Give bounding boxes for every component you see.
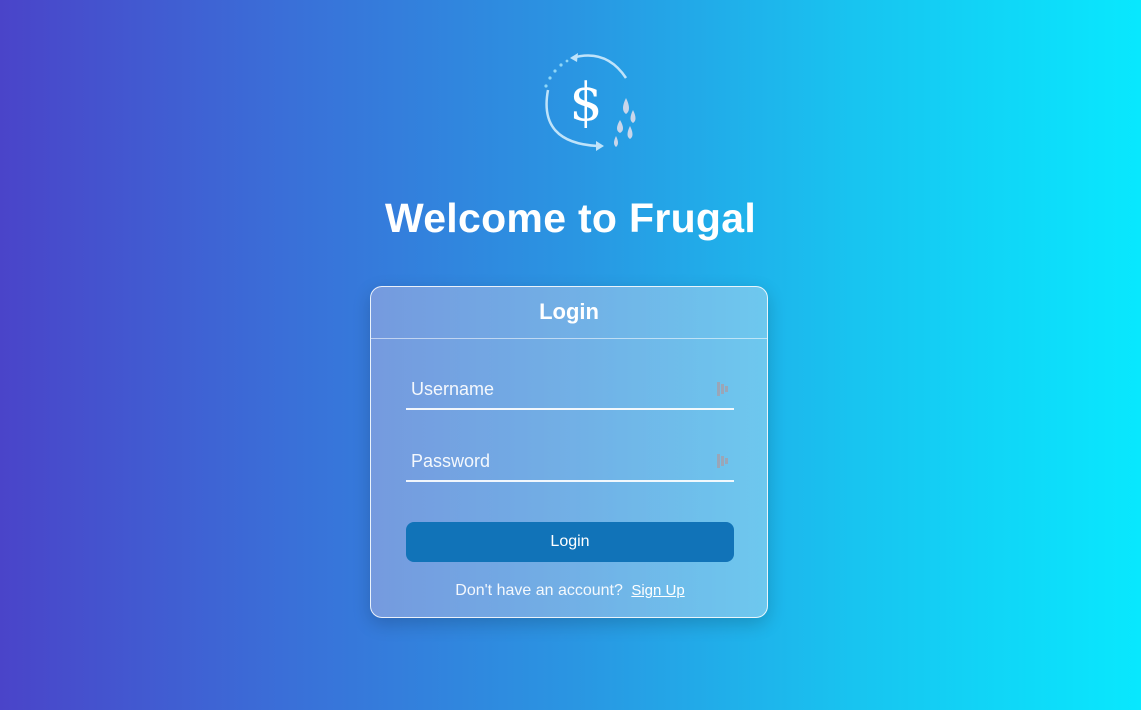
svg-text:$: $ [569,73,602,133]
signup-prompt: Don't have an account? [455,582,623,599]
signup-link[interactable]: Sign Up [631,582,684,599]
password-manager-icon[interactable] [717,454,729,468]
password-field [406,442,734,482]
login-card: Login Login Don't have an account? Sign … [370,286,768,618]
username-field [406,370,734,410]
password-input[interactable] [406,442,706,480]
dollar-cycle-logo-icon: $ [544,53,636,151]
password-manager-icon[interactable] [717,382,729,396]
page-title: Welcome to Frugal [384,195,757,241]
login-card-header: Login [371,287,767,339]
login-button[interactable]: Login [406,522,734,562]
signup-row: Don't have an account? Sign Up [371,582,769,600]
username-input[interactable] [406,370,706,408]
